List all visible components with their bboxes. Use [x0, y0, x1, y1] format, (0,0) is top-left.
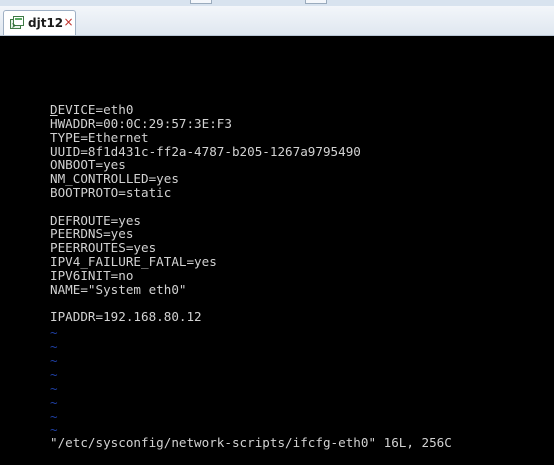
- text-cursor: D: [50, 102, 58, 117]
- empty-line-tilde: ~: [50, 395, 58, 410]
- empty-line-tilde: ~: [50, 381, 58, 396]
- terminal-session-icon: [10, 16, 24, 29]
- editor-line: IPADDR=192.168.80.12: [50, 309, 202, 325]
- empty-line-tilde: ~: [50, 325, 58, 340]
- empty-line-tilde: ~: [50, 353, 58, 368]
- top-strip-marker: [190, 0, 212, 4]
- close-icon[interactable]: ×: [63, 15, 74, 29]
- top-strip-marker: [305, 0, 327, 4]
- editor-line: BOOTPROTO=static: [50, 185, 172, 200]
- editor-line: DEVICE=eth0: [50, 103, 133, 117]
- editor-line-text: EVICE=eth0: [57, 102, 134, 117]
- editor-line: HWADDR=00:0C:29:57:3E:F3: [50, 116, 232, 131]
- editor-line: NAME="System eth0": [50, 281, 187, 297]
- session-tab[interactable]: djt12 ×: [3, 10, 76, 35]
- tab-title: djt12: [28, 16, 64, 30]
- vi-status-line: "/etc/sysconfig/network-scripts/ifcfg-et…: [50, 435, 452, 450]
- editor-line: TYPE=Ethernet: [50, 129, 149, 145]
- tab-bar: djt12 ×: [0, 6, 554, 36]
- empty-line-tilde: ~: [50, 367, 58, 382]
- empty-line-tilde: ~: [50, 339, 58, 354]
- editor-line: IPV4_FAILURE_FATAL=yes: [50, 254, 217, 269]
- editor-line: IPV6INIT=no: [50, 267, 134, 283]
